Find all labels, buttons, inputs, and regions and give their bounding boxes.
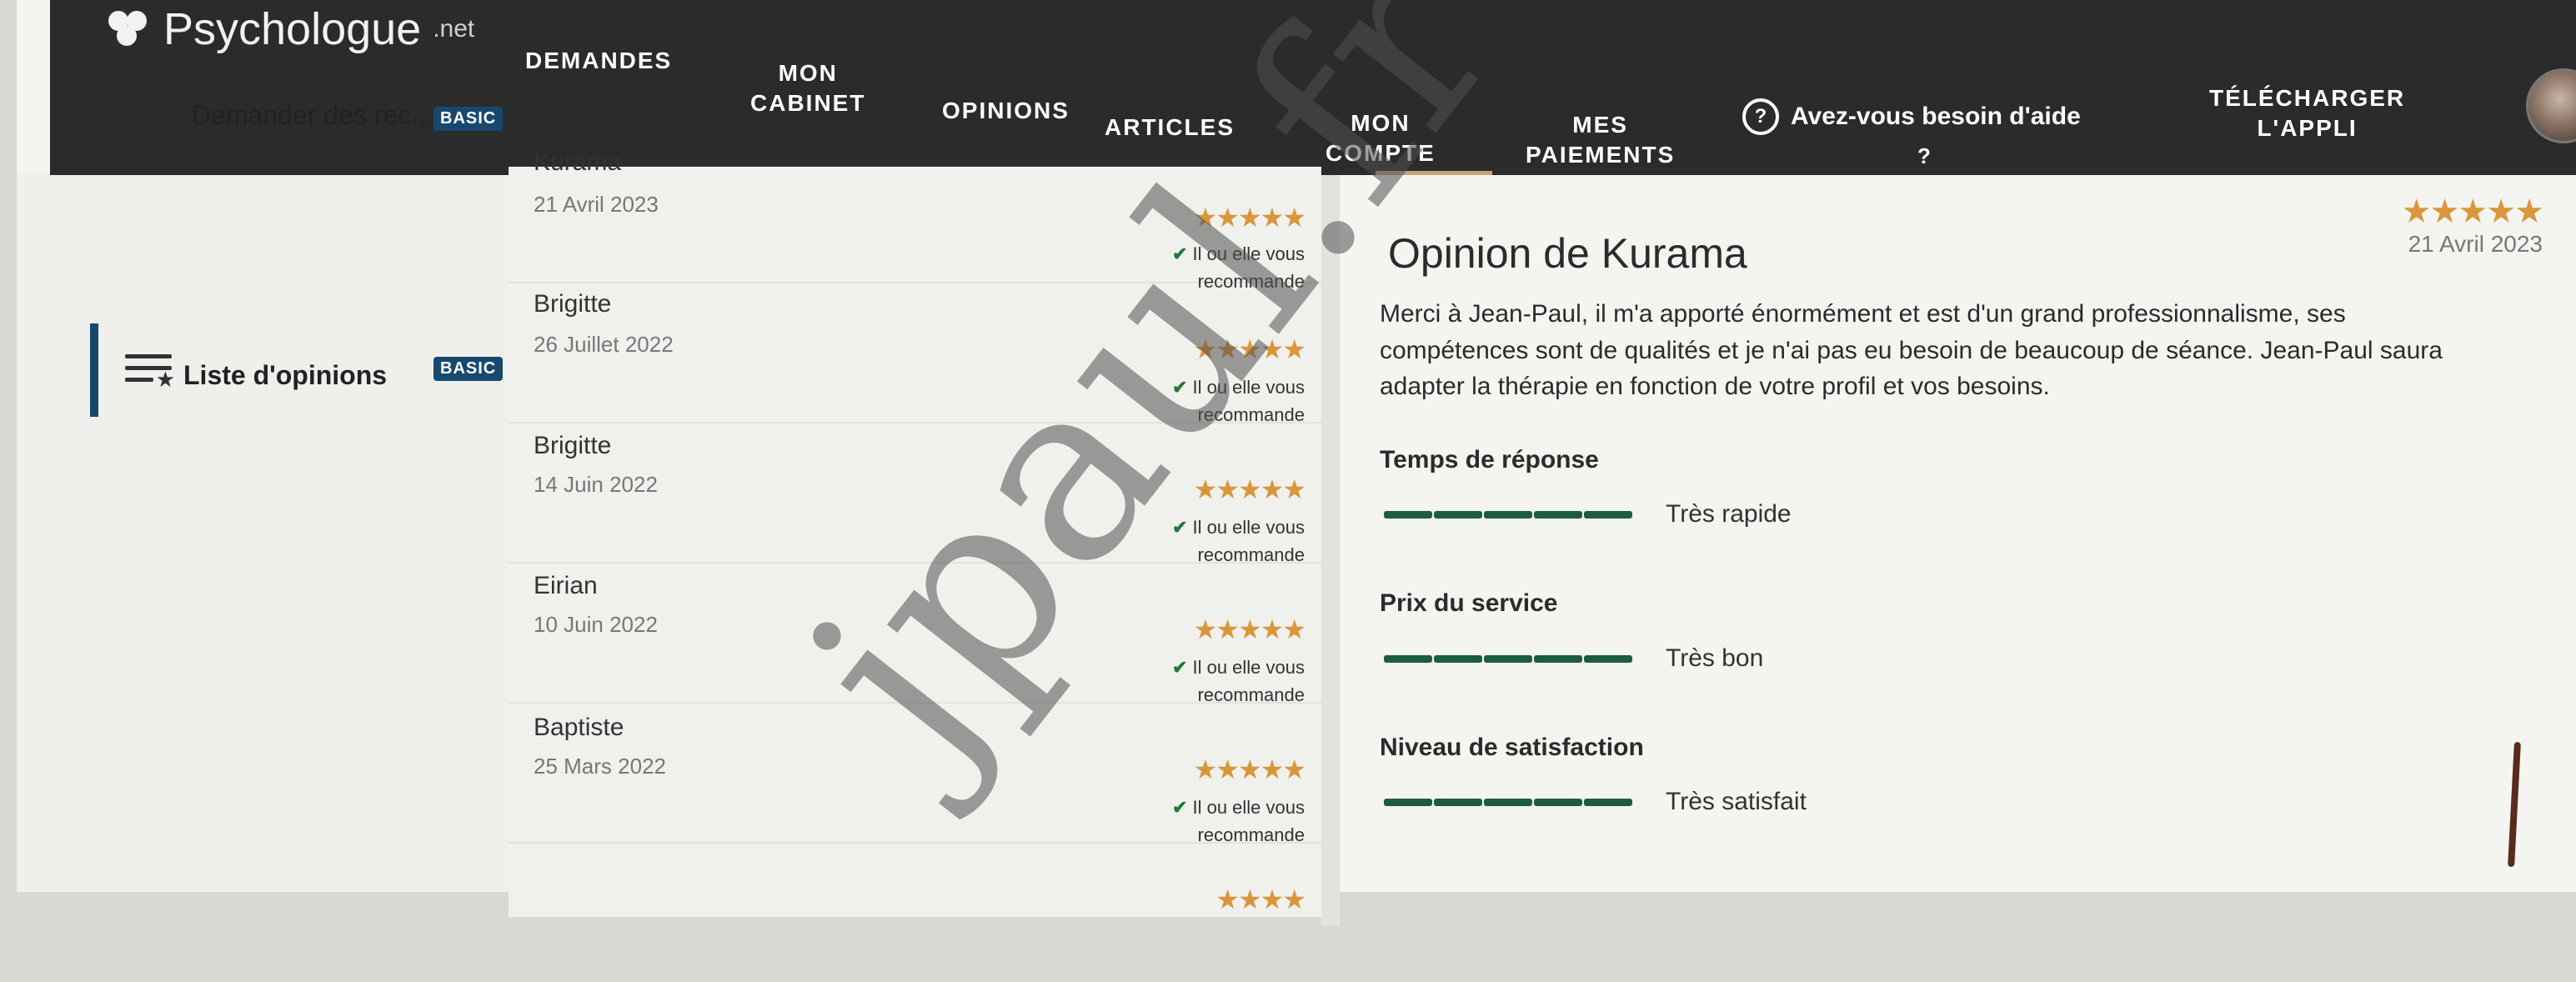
criterion-rating-prix-service: Très bon xyxy=(1384,644,1763,673)
rating-stars: ★★★★★ xyxy=(1193,754,1306,784)
review-date: 10 Juin 2022 xyxy=(534,612,658,637)
help-icon: ? xyxy=(1742,98,1779,135)
help-link[interactable]: ? Avez-vous besoin d'aide xyxy=(1742,98,2081,135)
list-item[interactable]: ★★★★ xyxy=(509,842,1321,982)
check-icon: ✔ xyxy=(1172,797,1188,818)
criterion-value: Très rapide xyxy=(1666,500,1792,528)
user-avatar[interactable] xyxy=(2526,68,2576,143)
rating-bar xyxy=(1384,798,1632,806)
list-star-icon: ★ xyxy=(125,354,175,392)
nav-mon-cabinet[interactable]: MON CABINET xyxy=(750,58,865,119)
reviewer-name: Baptiste xyxy=(534,714,624,741)
review-detail-panel: ★★★★★ 21 Avril 2023 Opinion de Kurama Me… xyxy=(1338,179,2576,888)
nav-mes-paiements[interactable]: MES PAIEMENTS xyxy=(1526,110,1675,171)
recommendation-line1: Il ou elle vous xyxy=(1192,797,1305,818)
rating-stars: ★★★★ xyxy=(1215,884,1306,914)
criterion-value: Très satisfait xyxy=(1666,788,1807,815)
criterion-label-prix-service: Prix du service xyxy=(1380,589,1558,617)
sidebar-item-demander-recommandations[interactable]: Demander des rec... xyxy=(192,100,434,131)
nav-opinions[interactable]: OPINIONS xyxy=(942,96,1070,126)
sidebar-active-indicator xyxy=(90,323,98,417)
criterion-rating-temps-reponse: Très rapide xyxy=(1384,500,1792,529)
criterion-value: Très bon xyxy=(1666,644,1764,672)
recommendation-line1: Il ou elle vous xyxy=(1192,657,1305,678)
rating-stars: ★★★★★ xyxy=(1193,614,1306,644)
reviewer-name: Brigitte xyxy=(534,432,612,459)
recommendation: ✔ Il ou elle vous recommande xyxy=(1172,794,1305,849)
detail-title: Opinion de Kurama xyxy=(1388,230,1747,277)
help-label: Avez-vous besoin d'aide xyxy=(1791,103,2081,130)
sidebar-badge-basic: BASIC xyxy=(434,357,504,381)
review-date: 14 Juin 2022 xyxy=(534,472,658,497)
review-date: 21 Avril 2023 xyxy=(534,192,659,217)
sidebar-item-liste-opinions[interactable]: Liste d'opinions xyxy=(183,360,387,391)
reviewer-name: Kurama xyxy=(534,148,622,176)
detail-date: 21 Avril 2023 xyxy=(2408,231,2543,257)
site-logo[interactable]: Psychologue .net xyxy=(108,0,474,58)
detail-rating-stars: ★★★★★ xyxy=(2401,193,2544,230)
review-date: 25 Mars 2022 xyxy=(534,754,666,779)
criterion-label-niveau-satisfaction: Niveau de satisfaction xyxy=(1380,734,1644,761)
criterion-rating-niveau-satisfaction: Très satisfait xyxy=(1384,788,1807,816)
rating-bar xyxy=(1384,510,1632,519)
reviewer-name: Brigitte xyxy=(534,290,612,318)
reviewer-name: Eirian xyxy=(534,572,598,599)
review-date: 26 Juillet 2022 xyxy=(534,332,674,357)
recommendation-line1: Il ou elle vous xyxy=(1192,517,1305,538)
sidebar-badge-basic: BASIC xyxy=(434,107,504,131)
detail-review-text: Merci à Jean-Paul, il m'a apporté énormé… xyxy=(1380,300,2443,400)
rating-bar xyxy=(1384,654,1632,663)
check-icon: ✔ xyxy=(1172,657,1188,678)
nav-telecharger-appli[interactable]: TÉLÉCHARGER L'APPLI xyxy=(2209,83,2405,144)
criterion-label-temps-reponse: Temps de réponse xyxy=(1380,446,1599,473)
logo-icon xyxy=(108,11,152,48)
logo-suffix: .net xyxy=(433,15,475,43)
logo-text: Psychologue xyxy=(163,4,422,54)
sidebar: Demander des rec... BASIC ★ Liste d'opin… xyxy=(17,100,509,892)
nav-demandes[interactable]: DEMANDES xyxy=(525,46,672,76)
help-question-mark: ? xyxy=(1917,143,1931,168)
recommendation: ✔ Il ou elle vous recommande xyxy=(1172,654,1305,709)
